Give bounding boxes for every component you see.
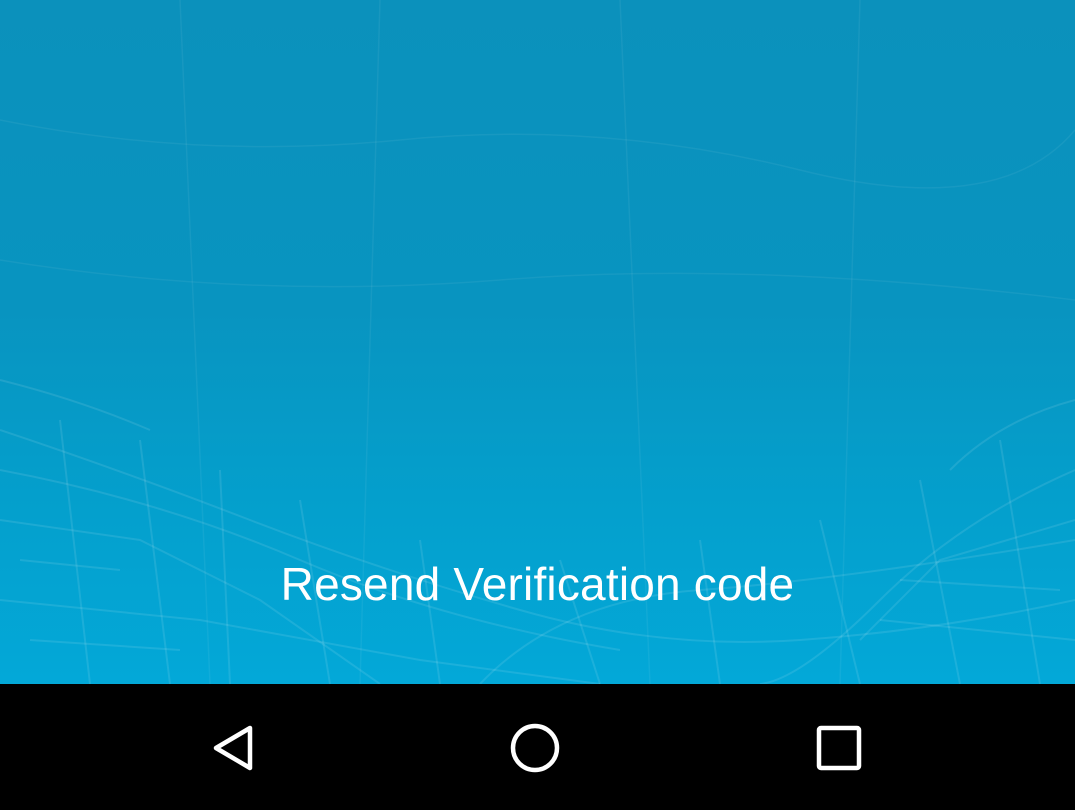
resend-verification-code-link[interactable]: Resend Verification code bbox=[0, 552, 1075, 616]
recents-square-icon bbox=[816, 725, 862, 771]
home-circle-icon bbox=[510, 723, 560, 773]
home-button[interactable] bbox=[505, 718, 565, 778]
system-navigation-bar bbox=[0, 684, 1075, 810]
app-screen: Resend Verification code bbox=[0, 0, 1075, 810]
recents-button[interactable] bbox=[809, 718, 869, 778]
app-content-area: Resend Verification code bbox=[0, 0, 1075, 684]
back-button[interactable] bbox=[204, 718, 264, 778]
back-triangle-icon bbox=[213, 725, 253, 771]
